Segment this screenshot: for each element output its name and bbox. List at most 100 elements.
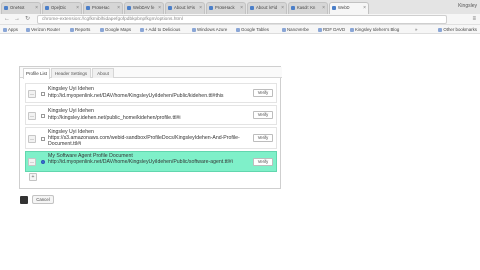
tab-favicon-icon <box>250 6 254 10</box>
bookmark-label: Google Tables <box>241 27 269 32</box>
profile-title: Kingsley Uyi Idehen <box>48 108 94 114</box>
bookmark-icon <box>192 27 196 32</box>
tab-close-icon[interactable]: × <box>240 3 243 13</box>
forward-arrow-icon[interactable]: → <box>14 15 20 23</box>
menu-icon[interactable]: ≡ <box>472 15 476 23</box>
profile-radio-selected[interactable] <box>41 160 45 164</box>
profile-row-selected[interactable]: — My Software Agent Profile Document htt… <box>25 151 277 172</box>
tab-label: About: kFis <box>174 5 195 10</box>
bookmarks-bar: Apps Verizon Router Reports Google Maps … <box>0 25 480 34</box>
bookmark-icon <box>350 27 354 32</box>
bookmark-item[interactable]: NanoVerbe <box>282 25 309 34</box>
browser-tab[interactable]: Ope|Dic × <box>42 2 82 14</box>
profile-url: https://s3.amazonaws.com/webid-sandbox/P… <box>48 135 240 148</box>
verify-button[interactable]: Verify <box>253 134 273 142</box>
tab-close-icon[interactable]: × <box>199 3 202 13</box>
bookmark-icon <box>282 27 286 32</box>
browser-tab[interactable]: OneNot × <box>1 2 41 14</box>
profile-title: Kingsley Uyi Idehen <box>48 86 94 92</box>
browser-tab[interactable]: Kasdr: Kn × <box>288 2 328 14</box>
tab-favicon-icon <box>168 6 172 10</box>
options-panel: Profile List Header Settings About — Kin… <box>19 66 282 189</box>
bookmark-item[interactable]: Google Tables <box>236 25 269 34</box>
back-arrow-icon[interactable]: ← <box>4 15 10 23</box>
tab-close-icon[interactable]: × <box>322 3 325 13</box>
profile-url: http://id.myopenlink.net/DAV/home/Kingsl… <box>48 159 233 165</box>
tab-label: ProteHac <box>92 5 110 10</box>
tab-label: About: kFid <box>256 5 278 10</box>
tab-close-icon[interactable]: × <box>281 3 284 13</box>
tab-close-icon[interactable]: × <box>158 3 161 13</box>
browser-tab[interactable]: ProteHack × <box>206 2 246 14</box>
bookmark-icon <box>140 27 144 32</box>
tab-label: WebDAV fe <box>133 5 155 10</box>
profile-checkbox[interactable] <box>41 114 45 118</box>
tab-favicon-icon <box>86 6 90 10</box>
bookmark-icon <box>236 27 240 32</box>
tab-close-icon[interactable]: × <box>117 3 120 13</box>
bookmark-item[interactable]: RDF DAVD <box>318 25 345 34</box>
bookmark-label: NanoVerbe <box>287 27 309 32</box>
bookmark-item[interactable]: Apps <box>3 25 18 34</box>
browser-tab-strip: OneNot × Ope|Dic × ProteHac × WebDAV fe × Ab… <box>0 0 480 14</box>
save-button[interactable] <box>20 196 28 204</box>
bookmark-item[interactable]: Verizon Router <box>26 25 60 34</box>
drag-handle[interactable]: — <box>28 158 36 166</box>
other-bookmarks-label: Other bookmarks <box>443 27 477 32</box>
reload-icon[interactable]: ↻ <box>25 15 30 23</box>
bookmark-item[interactable]: Reports <box>70 25 90 34</box>
bookmark-label: Google Maps <box>105 27 132 32</box>
browser-tab[interactable]: About: kFis × <box>165 2 205 14</box>
bookmark-label: Windows Azure <box>197 27 228 32</box>
bookmark-item[interactable]: + Add to Delicious <box>140 25 180 34</box>
tab-favicon-icon <box>127 6 131 10</box>
tab-favicon-icon <box>45 6 49 10</box>
profile-url: http://id.myopenlink.net/DAV/home/Kingsl… <box>48 93 224 99</box>
profile-row[interactable]: — Kingsley Uyi Idehen https://s3.amazona… <box>25 127 277 149</box>
address-toolbar: ← → ↻ chrome-extension://cgfkmiblhidapef… <box>0 14 480 25</box>
folder-icon <box>438 27 443 32</box>
bookmark-overflow[interactable]: » <box>415 25 417 34</box>
drag-handle[interactable]: — <box>28 135 36 143</box>
browser-tab[interactable]: About: kFid × <box>247 2 287 14</box>
bookmark-icon <box>70 27 74 32</box>
profile-row[interactable]: — Kingsley Uyi Idehen http://id.myopenli… <box>25 83 277 103</box>
bookmark-item[interactable]: Google Maps <box>100 25 131 34</box>
profile-name[interactable]: Kingsley <box>458 2 477 10</box>
tab-label: ProteHack <box>215 5 235 10</box>
tab-close-icon[interactable]: × <box>363 3 366 13</box>
address-bar[interactable]: chrome-extension://cgfkmiblhidapefgofpdb… <box>37 15 447 24</box>
tab-label: Kasdr: Kn <box>297 5 316 10</box>
bookmark-label: Reports <box>75 27 91 32</box>
browser-tab[interactable]: WebDAV fe × <box>124 2 164 14</box>
verify-button[interactable]: Verify <box>253 89 273 97</box>
tab-close-icon[interactable]: × <box>35 3 38 13</box>
tab-favicon-icon <box>332 6 336 10</box>
drag-handle[interactable]: — <box>28 112 36 120</box>
bookmark-icon <box>26 27 30 32</box>
cancel-button[interactable]: Cancel <box>32 195 54 204</box>
bookmark-label: + Add to Delicious <box>145 27 181 32</box>
tab-label: OneNot <box>10 5 25 10</box>
tab-close-icon[interactable]: × <box>76 3 79 13</box>
tab-about[interactable]: About <box>92 68 114 78</box>
tab-profile-list[interactable]: Profile List <box>23 68 50 79</box>
tab-favicon-icon <box>209 6 213 10</box>
tab-favicon-icon <box>4 6 8 10</box>
bookmark-item[interactable]: Kingsley Idehen's Blog <box>350 25 399 34</box>
tab-label: WebD <box>338 5 350 10</box>
other-bookmarks[interactable]: Other bookmarks <box>438 25 477 34</box>
verify-button[interactable]: Verify <box>253 111 273 119</box>
drag-handle[interactable]: — <box>28 90 36 98</box>
profile-checkbox[interactable] <box>41 92 45 96</box>
verify-button[interactable]: Verify <box>253 158 273 166</box>
add-profile-button[interactable]: + <box>29 173 37 181</box>
apps-icon <box>3 27 7 32</box>
bookmark-item[interactable]: Windows Azure <box>192 25 227 34</box>
browser-tab-active[interactable]: WebD × <box>329 2 369 14</box>
profile-row[interactable]: — Kingsley Uyi Idehen http://kingsley.id… <box>25 105 277 125</box>
tab-header-settings[interactable]: Header Settings <box>51 68 91 78</box>
bookmark-label: RDF DAVD <box>323 27 346 32</box>
profile-checkbox[interactable] <box>41 137 45 141</box>
browser-tab[interactable]: ProteHac × <box>83 2 123 14</box>
